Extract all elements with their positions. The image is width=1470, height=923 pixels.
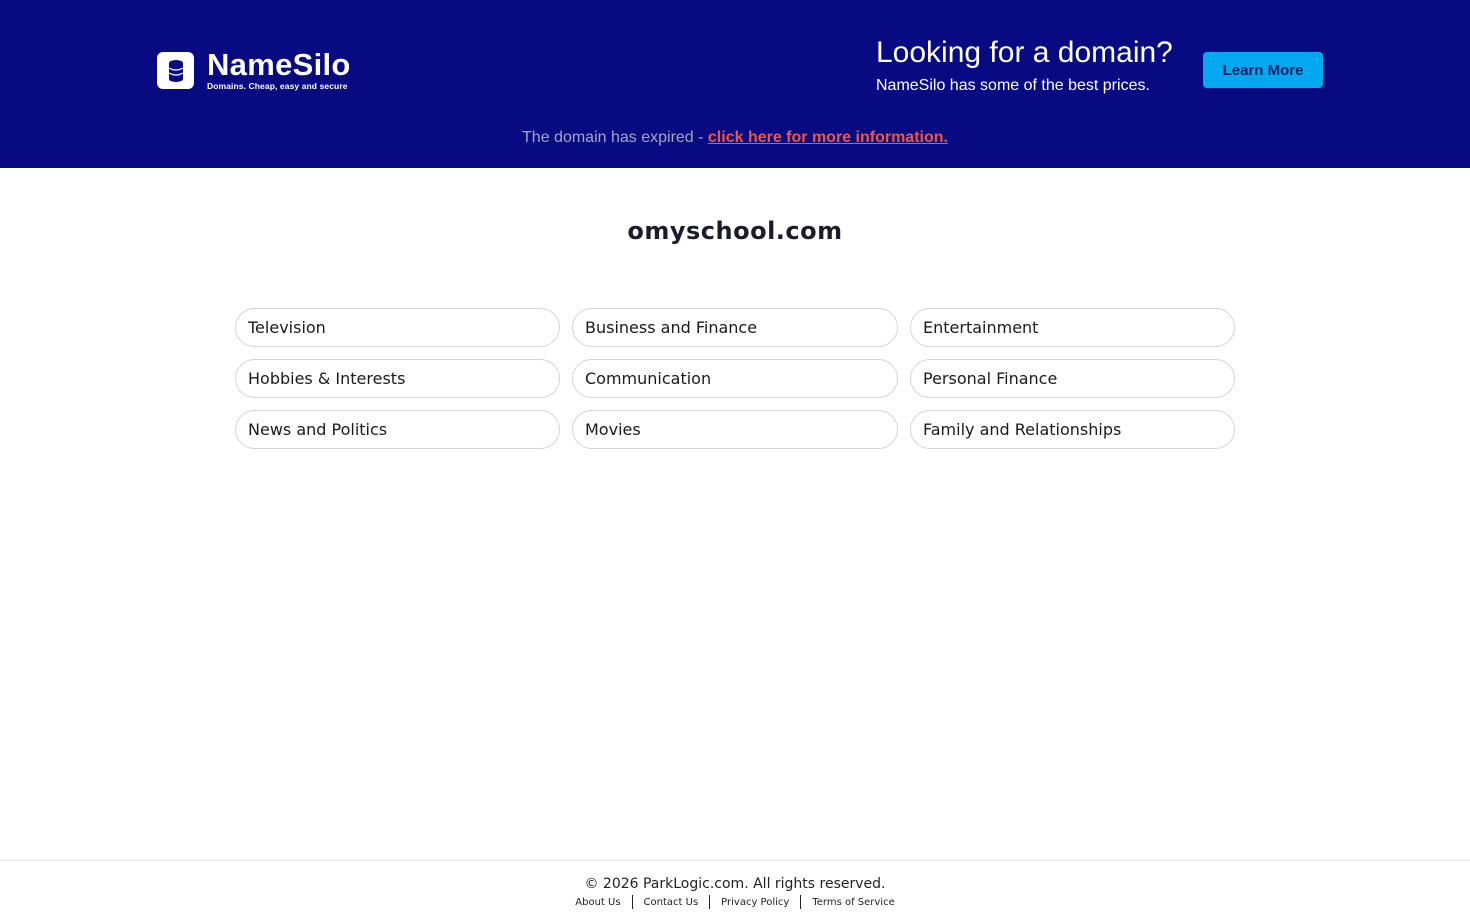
terms-of-service-link[interactable]: Terms of Service — [801, 897, 905, 908]
more-info-link[interactable]: click here for more information. — [708, 129, 948, 146]
privacy-policy-link[interactable]: Privacy Policy — [710, 897, 800, 908]
domain-title: omyschool.com — [627, 217, 843, 245]
logo-name: NameSilo — [207, 47, 351, 82]
category-link[interactable]: Personal Finance — [910, 359, 1235, 398]
footer: © 2026 ParkLogic.com. All rights reserve… — [0, 860, 1470, 923]
expired-text: The domain has expired - — [522, 129, 708, 146]
promo-subtitle: NameSilo has some of the best prices. — [876, 77, 1150, 94]
database-icon — [157, 52, 194, 89]
category-link[interactable]: Entertainment — [910, 308, 1235, 347]
copyright-text: © 2026 ParkLogic.com. All rights reserve… — [584, 876, 886, 892]
category-link[interactable]: Movies — [572, 410, 898, 449]
header-banner: NameSilo Domains. Cheap, easy and secure… — [0, 0, 1470, 168]
logo-tagline: Domains. Cheap, easy and secure — [207, 81, 348, 91]
category-link[interactable]: Business and Finance — [572, 308, 898, 347]
promo-title: Looking for a domain? — [876, 36, 1173, 69]
category-grid: Television Business and Finance Entertai… — [235, 308, 1235, 449]
category-link[interactable]: Television — [235, 308, 560, 347]
contact-us-link[interactable]: Contact Us — [633, 897, 710, 908]
learn-more-button[interactable]: Learn More — [1203, 52, 1323, 88]
category-link[interactable]: News and Politics — [235, 410, 560, 449]
promo-block: Looking for a domain? NameSilo has some … — [876, 35, 1173, 95]
expired-notice: The domain has expired - click here for … — [0, 129, 1470, 147]
category-link[interactable]: Family and Relationships — [910, 410, 1235, 449]
category-link[interactable]: Hobbies & Interests — [235, 359, 560, 398]
category-link[interactable]: Communication — [572, 359, 898, 398]
namesilo-logo[interactable]: NameSilo Domains. Cheap, easy and secure — [157, 47, 351, 91]
footer-links: About Us Contact Us Privacy Policy Terms… — [0, 895, 1470, 909]
about-us-link[interactable]: About Us — [564, 897, 631, 908]
